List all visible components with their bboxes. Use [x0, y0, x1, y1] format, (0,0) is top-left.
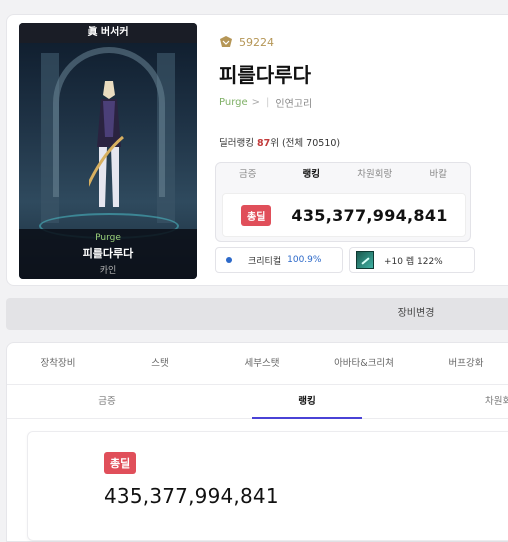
- character-figure: [89, 81, 124, 207]
- buff-row: 크리티컬 100.9% +10 렙 122%: [215, 247, 475, 273]
- portrait-guild: Purge: [95, 233, 121, 243]
- rank-tabs: 금증 랭킹 차원회랑 바칼: [216, 163, 470, 187]
- character-portrait: 眞 버서커 Purge 피를다루다 카인: [19, 23, 197, 279]
- sub-tabs: 금증 랭킹 차원회: [7, 385, 508, 419]
- tab-dimension-corridor[interactable]: 차원회랑: [343, 163, 407, 187]
- rank-value-panel: 총딜 435,377,994,841: [222, 193, 466, 237]
- tab-avatar-creature[interactable]: 아바타&크리쳐: [313, 343, 415, 384]
- divider: |: [266, 97, 270, 108]
- tab-geumjeung[interactable]: 금증: [216, 163, 280, 187]
- fame-value: 59224: [239, 35, 274, 49]
- crit-label: 크리티컬: [248, 256, 282, 267]
- chevron-right-icon: >: [251, 97, 261, 108]
- subtab-ranking[interactable]: 랭킹: [207, 385, 407, 418]
- class-title: 眞 버서커: [19, 23, 197, 43]
- guild-link[interactable]: Purge: [219, 97, 248, 108]
- dealer-rank: 딜러랭킹 87위 (전체 70510): [219, 135, 340, 149]
- panel-total-damage-value: 435,377,994,841: [104, 484, 279, 508]
- tab-detail-stats[interactable]: 세부스탯: [211, 343, 313, 384]
- crit-value: 100.9%: [287, 255, 322, 265]
- portrait-server: 카인: [99, 266, 117, 276]
- change-equipment-button[interactable]: 장비변경: [6, 298, 508, 330]
- tab-bakal[interactable]: 바칼: [407, 163, 471, 187]
- fame-row: 59224: [219, 35, 274, 49]
- detail-card: 장착장비 스탯 세부스탯 아바타&크리쳐 버프강화 금증 랭킹 차원회 총딜 4…: [6, 342, 508, 542]
- character-name: 피를다루다: [219, 63, 311, 87]
- portrait-name: 피를다루다: [82, 247, 134, 260]
- buff-skill-text: +10 렙 122%: [384, 256, 443, 267]
- crit-dot-icon: [226, 257, 232, 263]
- character-card: 眞 버서커 Purge 피를다루다 카인 59224 피를다루다 Purge >…: [6, 14, 508, 286]
- buff-skill-cell: +10 렙 122%: [349, 247, 475, 273]
- portrait-info: Purge 피를다루다 카인: [19, 229, 197, 279]
- tab-buff-enhance[interactable]: 버프강화: [415, 343, 508, 384]
- subtab-geumjeung[interactable]: 금증: [7, 385, 207, 418]
- fame-icon: [220, 36, 232, 47]
- adventure-name[interactable]: 인연고리: [275, 95, 312, 110]
- tab-stats[interactable]: 스탯: [109, 343, 211, 384]
- subtab-dimension[interactable]: 차원회: [407, 385, 508, 418]
- panel-total-damage-badge: 총딜: [104, 452, 137, 474]
- main-tabs: 장착장비 스탯 세부스탯 아바타&크리쳐 버프강화: [7, 343, 508, 385]
- crit-cell: 크리티컬 100.9%: [215, 247, 343, 273]
- change-equipment-label: 장비변경: [397, 308, 435, 319]
- tab-equipped-items[interactable]: 장착장비: [7, 343, 109, 384]
- total-damage-badge: 총딜: [241, 204, 272, 226]
- dealer-rank-number: 87: [256, 138, 271, 149]
- tab-ranking[interactable]: 랭킹: [280, 163, 344, 187]
- dealer-rank-label: 딜러랭킹: [219, 138, 257, 149]
- rank-summary-box: 금증 랭킹 차원회랑 바칼 총딜 435,377,994,841: [215, 162, 471, 242]
- active-tab-underline: [252, 417, 362, 419]
- guild-adventure-row: Purge > | 인연고리: [219, 95, 312, 110]
- ranking-panel: 총딜 435,377,994,841: [27, 431, 508, 541]
- dealer-rank-total: 위 (전체 70510): [270, 138, 341, 149]
- buff-skill-icon: [356, 251, 374, 269]
- total-damage-value: 435,377,994,841: [291, 205, 448, 225]
